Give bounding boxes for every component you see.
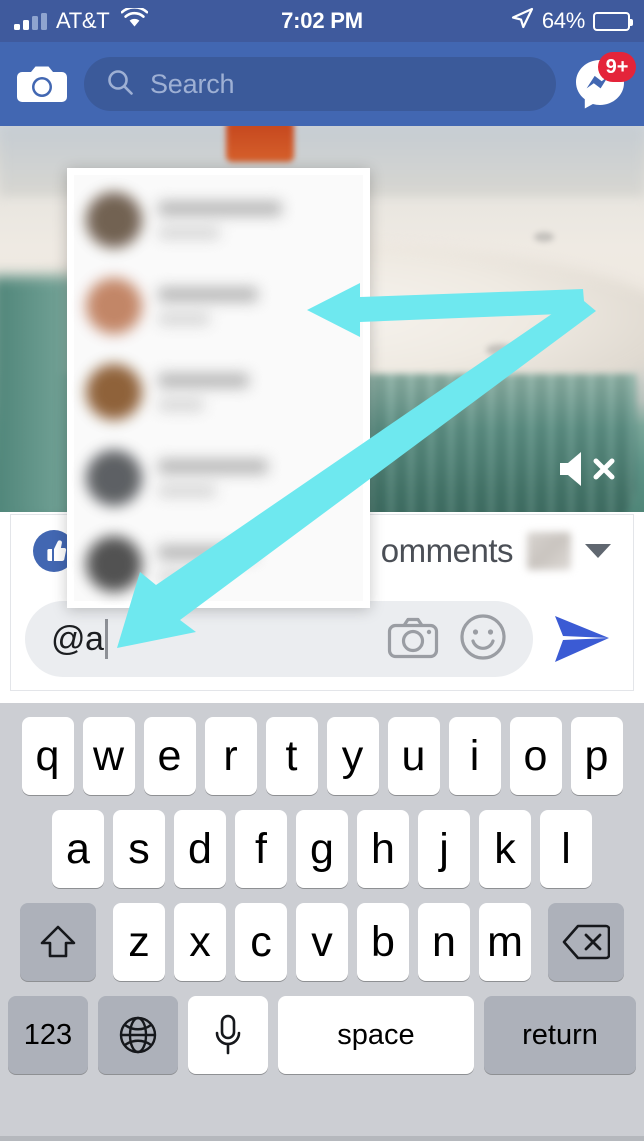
onscreen-keyboard: q w e r t y u i o p a s d f g h j k l z … (0, 703, 644, 1141)
return-key[interactable]: return (484, 996, 636, 1074)
key-i[interactable]: i (448, 717, 501, 795)
mention-name-placeholder (158, 545, 255, 560)
comment-input-value: @a (51, 619, 104, 658)
list-item[interactable] (70, 177, 367, 263)
search-placeholder: Search (150, 68, 235, 99)
avatar (86, 278, 142, 334)
keyboard-row-3: z x c v b n m (0, 903, 644, 981)
backspace-icon[interactable] (548, 903, 624, 981)
keyboard-row-2: a s d f g h j k l (0, 810, 644, 888)
avatar (86, 192, 142, 248)
key-e[interactable]: e (143, 717, 196, 795)
key-s[interactable]: s (113, 810, 165, 888)
key-g[interactable]: g (296, 810, 348, 888)
facebook-navbar: Search 9+ (0, 42, 644, 126)
mention-name-placeholder (158, 459, 268, 474)
mention-subtitle-placeholder (158, 399, 205, 411)
mute-speaker-icon[interactable] (556, 446, 618, 492)
camera-icon[interactable] (14, 56, 70, 112)
mention-text-block (158, 545, 351, 583)
smiley-outline-icon[interactable] (459, 613, 507, 666)
key-t[interactable]: t (265, 717, 318, 795)
mention-text-block (158, 287, 351, 325)
globe-icon[interactable] (98, 996, 178, 1074)
search-icon (106, 68, 134, 101)
list-item[interactable] (70, 435, 367, 521)
key-l[interactable]: l (540, 810, 592, 888)
key-m[interactable]: m (479, 903, 531, 981)
key-n[interactable]: n (418, 903, 470, 981)
comment-input[interactable]: @a (25, 601, 533, 677)
key-d[interactable]: d (174, 810, 226, 888)
keyboard-row-1: q w e r t y u i o p (0, 717, 644, 795)
text-cursor (105, 619, 109, 659)
comments-label-text: omments (380, 532, 514, 569)
send-arrow-icon[interactable] (545, 604, 619, 674)
key-x[interactable]: x (174, 903, 226, 981)
mention-subtitle-placeholder (158, 313, 211, 325)
key-o[interactable]: o (509, 717, 562, 795)
status-bar: AT&T 7:02 PM 64% (0, 0, 644, 42)
battery-icon (593, 11, 633, 31)
avatar (86, 450, 142, 506)
microphone-icon[interactable] (188, 996, 268, 1074)
mention-text-block (158, 459, 351, 497)
messenger-badge: 9+ (598, 52, 636, 82)
key-w[interactable]: w (82, 717, 135, 795)
key-z[interactable]: z (113, 903, 165, 981)
key-v[interactable]: v (296, 903, 348, 981)
orange-stick (226, 126, 294, 162)
numbers-key[interactable]: 123 (8, 996, 88, 1074)
key-h[interactable]: h (357, 810, 409, 888)
mention-text-block (158, 201, 351, 239)
key-r[interactable]: r (204, 717, 257, 795)
mention-suggestion-popup[interactable] (67, 168, 370, 608)
mention-text-block (158, 373, 351, 411)
mention-suggestion-list (70, 177, 367, 605)
list-item[interactable] (70, 521, 367, 605)
key-y[interactable]: y (326, 717, 379, 795)
key-q[interactable]: q (21, 717, 74, 795)
status-bar-right: 64% (511, 7, 633, 35)
mention-name-placeholder (158, 373, 249, 388)
key-c[interactable]: c (235, 903, 287, 981)
list-item[interactable] (70, 349, 367, 435)
space-key[interactable]: space (278, 996, 474, 1074)
avatar (86, 536, 142, 592)
phone-screen: AT&T 7:02 PM 64% Search 9+ omments @a q … (0, 0, 644, 1141)
keyboard-row-4: 123 space return (0, 996, 644, 1074)
key-b[interactable]: b (357, 903, 409, 981)
blurred-sort-chip (527, 532, 571, 570)
mention-subtitle-placeholder (158, 571, 209, 583)
composer-icon-group (387, 613, 507, 666)
search-input[interactable]: Search (84, 57, 556, 111)
key-j[interactable]: j (418, 810, 470, 888)
location-arrow-icon (511, 7, 534, 35)
comment-composer-row: @a (11, 596, 633, 682)
mention-name-placeholder (158, 201, 282, 216)
shift-arrow-icon[interactable] (20, 903, 96, 981)
mention-name-placeholder (158, 287, 259, 302)
avatar (86, 364, 142, 420)
key-p[interactable]: p (570, 717, 623, 795)
battery-percent-label: 64% (541, 8, 585, 33)
key-k[interactable]: k (479, 810, 531, 888)
mention-subtitle-placeholder (158, 227, 220, 239)
key-u[interactable]: u (387, 717, 440, 795)
home-indicator (0, 1136, 644, 1141)
messenger-icon[interactable]: 9+ (570, 52, 636, 114)
key-a[interactable]: a (52, 810, 104, 888)
foam-spot (486, 344, 514, 356)
key-f[interactable]: f (235, 810, 287, 888)
chevron-down-icon[interactable] (585, 544, 611, 558)
foam-spot (534, 232, 554, 242)
comments-sort-control[interactable]: omments (381, 532, 611, 570)
camera-outline-icon[interactable] (387, 615, 439, 664)
mention-subtitle-placeholder (158, 485, 216, 497)
list-item[interactable] (70, 263, 367, 349)
